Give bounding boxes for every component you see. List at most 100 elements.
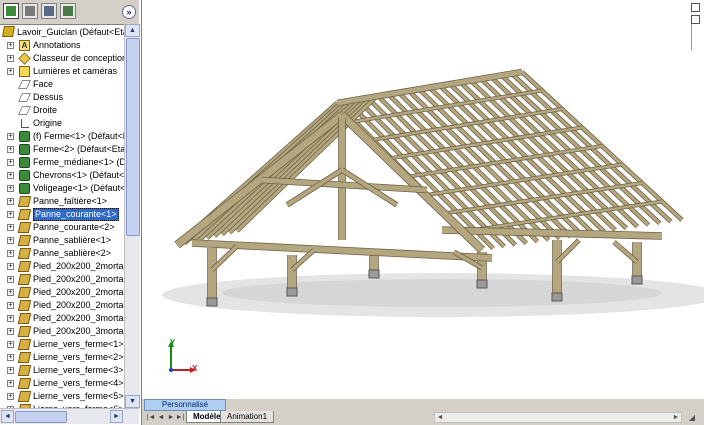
sensor-icon	[18, 52, 31, 65]
tree-item[interactable]: + Lierne_vers_ferme<4>	[0, 377, 124, 390]
tree-item[interactable]: + Lierne_vers_ferme<3>	[0, 364, 124, 377]
expand-toggle-icon[interactable]: +	[7, 237, 14, 244]
rafter-left	[228, 95, 374, 234]
tree-item-label: Pied_200x200_3mortaises	[33, 313, 124, 323]
expand-toggle-icon[interactable]: +	[7, 211, 14, 218]
configuration-label[interactable]: Personnalisé	[144, 399, 226, 411]
tab-prev-button[interactable]: ◄	[156, 412, 166, 423]
part-icon	[17, 248, 32, 259]
scroll-down-button[interactable]: ▼	[125, 395, 140, 408]
expand-toggle-icon[interactable]: +	[7, 393, 14, 400]
expand-toggle-icon[interactable]: +	[7, 263, 14, 270]
tree-vertical-scrollbar[interactable]: ▲ ▼	[124, 24, 140, 408]
tab-last-button[interactable]: ►|	[175, 412, 185, 423]
tree-item[interactable]: + Panne_sablière<1>	[0, 234, 124, 247]
expand-toggle-icon[interactable]: +	[7, 146, 14, 153]
hscroll-right-icon[interactable]: ►	[671, 413, 681, 422]
part-icon	[17, 313, 32, 324]
graphics-viewport[interactable]: Y X	[142, 0, 704, 399]
tree-item-label: Chevrons<1> (Défaut<Et	[33, 170, 124, 180]
tree-item-label: Pied_200x200_2mortaises	[33, 300, 124, 310]
feature-manager-panel: » Lavoir_Guiclan (Défaut<Etat + A Annotati…	[0, 0, 142, 425]
scroll-thumb[interactable]	[126, 38, 140, 236]
expand-panel-button[interactable]: »	[122, 5, 136, 19]
expand-toggle-icon[interactable]: +	[7, 133, 14, 140]
tree-item-label: Lumières et caméras	[33, 66, 118, 76]
hscroll-thumb[interactable]	[15, 411, 67, 423]
assembly-icon	[19, 183, 30, 194]
tree-item[interactable]: + Pied_200x200_2mortaises	[0, 273, 124, 286]
scroll-right-button[interactable]: ►	[110, 410, 123, 423]
tree-item[interactable]: + Chevrons<1> (Défaut<Et	[0, 169, 124, 182]
display-manager-tab[interactable]	[60, 3, 76, 19]
configuration-manager-icon	[44, 6, 54, 16]
tree-item[interactable]: + Panne_faîtière<1>	[0, 195, 124, 208]
tree-item[interactable]: Face	[0, 78, 124, 91]
tree-item[interactable]: + Voligeage<1> (Défaut<E	[0, 182, 124, 195]
expand-toggle-icon[interactable]: +	[7, 302, 14, 309]
feature-tree: Lavoir_Guiclan (Défaut<Etat + A Annotation…	[0, 24, 124, 408]
assembly-icon	[19, 157, 30, 168]
tree-item[interactable]: + Panne_courante<2>	[0, 221, 124, 234]
hscroll-left-icon[interactable]: ◄	[435, 413, 445, 422]
tie-beam-back	[441, 227, 663, 239]
viewport-horizontal-scrollbar[interactable]: ◄ ►	[434, 412, 682, 423]
part-icon	[17, 391, 32, 402]
tree-item[interactable]: + Lumières et caméras	[0, 65, 124, 78]
expand-toggle-icon[interactable]: +	[7, 42, 14, 49]
tree-item[interactable]: + Classeur de conception	[0, 52, 124, 65]
expand-toggle-icon[interactable]: +	[7, 315, 14, 322]
expand-toggle-icon[interactable]: +	[7, 198, 14, 205]
expand-toggle-icon[interactable]: +	[7, 159, 14, 166]
scroll-left-button[interactable]: ◄	[1, 410, 14, 423]
expand-toggle-icon[interactable]: +	[7, 354, 14, 361]
expand-toggle-icon[interactable]: +	[7, 328, 14, 335]
plane-icon	[18, 93, 31, 102]
tree-item[interactable]: + Pied_200x200_3mortaises	[0, 325, 124, 338]
tree-item[interactable]: Droite	[0, 104, 124, 117]
tree-item[interactable]: + A Annotations	[0, 39, 124, 52]
expand-toggle-icon[interactable]: +	[7, 55, 14, 62]
part-icon	[17, 274, 32, 285]
tree-item-label: Lierne_vers_ferme<3>	[33, 365, 124, 375]
tree-item-label: Pied_200x200_2mortaises	[33, 287, 124, 297]
tree-horizontal-scrollbar[interactable]: ◄ ►	[0, 408, 139, 424]
expand-toggle-icon[interactable]: +	[7, 367, 14, 374]
tree-item[interactable]: + Pied_200x200_3mortaises	[0, 312, 124, 325]
tree-item-label: Lierne_vers_ferme<1>	[33, 339, 124, 349]
expand-toggle-icon[interactable]: +	[7, 276, 14, 283]
configuration-manager-tab[interactable]	[41, 3, 57, 19]
tree-item[interactable]: + Lierne_vers_ferme<5>	[0, 390, 124, 403]
expand-toggle-icon[interactable]: +	[7, 68, 14, 75]
expand-toggle-icon[interactable]: +	[7, 224, 14, 231]
tree-item[interactable]: + Pied_200x200_2mortaises	[0, 260, 124, 273]
scroll-up-button[interactable]: ▲	[125, 24, 140, 37]
tree-item[interactable]: + Pied_200x200_2mortaises	[0, 299, 124, 312]
tree-item[interactable]: + Lierne_vers_ferme<1>	[0, 338, 124, 351]
expand-toggle-icon[interactable]: +	[7, 250, 14, 257]
expand-toggle-icon[interactable]: +	[7, 172, 14, 179]
tree-item-label: Panne_courante<1>	[33, 208, 119, 221]
tab-animation1[interactable]: Animation1	[220, 411, 275, 423]
assembly-icon	[19, 170, 30, 181]
expand-toggle-icon[interactable]: +	[7, 380, 14, 387]
tree-item[interactable]: Dessus	[0, 91, 124, 104]
tree-item[interactable]: + Ferme_médiane<1> (Défa	[0, 156, 124, 169]
tree-item[interactable]: + Panne_sablière<2>	[0, 247, 124, 260]
tree-item[interactable]: + Ferme<2> (Défaut<Etat	[0, 143, 124, 156]
part-icon	[17, 235, 32, 246]
tree-item[interactable]: Origine	[0, 117, 124, 130]
tree-item[interactable]: + (f) Ferme<1> (Défaut<Et	[0, 130, 124, 143]
tree-item[interactable]: + Pied_200x200_2mortaises	[0, 286, 124, 299]
feature-tree-tab[interactable]	[3, 3, 19, 19]
expand-toggle-icon[interactable]: +	[7, 289, 14, 296]
property-manager-tab[interactable]	[22, 3, 38, 19]
expand-toggle-icon[interactable]: +	[7, 185, 14, 192]
tab-first-button[interactable]: |◄	[146, 412, 156, 423]
expand-toggle-icon[interactable]: +	[7, 341, 14, 348]
tree-item[interactable]: + Panne_courante<1>	[0, 208, 124, 221]
roof-frame-model[interactable]	[142, 0, 704, 399]
tree-item[interactable]: + Lierne_vers_ferme<2>	[0, 351, 124, 364]
part-icon	[17, 326, 32, 337]
tree-item-label: Droite	[33, 105, 58, 115]
